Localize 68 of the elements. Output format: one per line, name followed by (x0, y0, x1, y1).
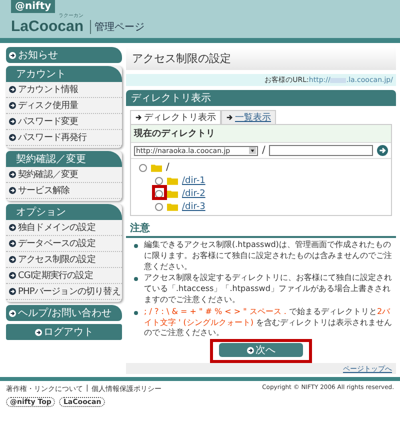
folder-icon (167, 189, 178, 198)
radio-button[interactable] (139, 164, 147, 172)
sidebar-item[interactable]: PHPバージョンの切り替え (6, 284, 122, 300)
arrow-icon (9, 224, 16, 231)
bullet-icon (134, 277, 138, 282)
radio-button[interactable] (155, 176, 163, 184)
sidebar-item[interactable]: ディスク使用量 (6, 98, 122, 114)
sidebar-item[interactable]: アクセス制限の設定 (6, 252, 122, 268)
directory-name: / (166, 162, 170, 173)
directory-link[interactable]: /dir-2 (182, 188, 206, 198)
dropdown-icon[interactable] (249, 147, 256, 154)
sidebar-item[interactable]: データベースの設定 (6, 236, 122, 252)
arrow-icon (9, 288, 16, 295)
next-button[interactable]: 次へ (219, 343, 303, 358)
arrow-icon (9, 310, 16, 316)
sidebar-heading: オプション (6, 204, 122, 220)
sidebar-item[interactable]: 契約確認／変更 (6, 167, 122, 183)
arrow-icon (135, 114, 142, 121)
path-separator: / (262, 145, 266, 156)
arrow-icon (9, 187, 16, 194)
sidebar-item[interactable]: パスワード再発行 (6, 130, 122, 146)
arrow-icon (9, 118, 16, 125)
bullet-icon (134, 310, 138, 315)
folder-icon (151, 163, 162, 172)
arrow-icon (9, 102, 16, 109)
sidebar-item[interactable]: アカウント情報 (6, 82, 122, 98)
arrow-icon (9, 272, 16, 279)
arrow-icon (9, 240, 16, 247)
arrow-icon (9, 134, 16, 141)
arrow-icon (9, 256, 16, 263)
redaction-mark (330, 78, 346, 82)
directory-link[interactable]: /dir-3 (182, 202, 206, 212)
logout-button[interactable]: ログアウト (6, 324, 122, 340)
note-text: 編集できるアクセス制限(.htpasswd)は、管理画面で作成されたものに限ります。お客様にて独自に設定されたものは含みませんのでご注意ください。 (144, 240, 393, 272)
tab[interactable]: ディレクトリ表示 (130, 110, 221, 124)
bullet-icon (134, 244, 138, 248)
page-title: アクセス制限の設定 (126, 47, 396, 70)
radio-button[interactable] (155, 202, 163, 210)
sidebar-heading: アカウント (6, 66, 122, 82)
sidebar-item[interactable]: ヘルプ/お問い合わせ (6, 305, 122, 321)
folder-icon (167, 176, 178, 185)
highlight-box (152, 185, 167, 200)
current-directory-label: 現在のディレクトリ (131, 125, 391, 142)
arrow-icon (9, 171, 16, 178)
arrow-icon (246, 346, 254, 354)
notes-heading: 注意 (126, 220, 396, 238)
folder-icon (167, 202, 178, 211)
tab[interactable]: 一覧表示 (221, 110, 276, 124)
radio-button[interactable] (155, 190, 163, 198)
note-text: アクセス制限を設定するディレクトリに、お客様にて独自に設定されている「.htaccess」「.htpasswd」ファイルがある場合上書きされますのでご注意ください。 (144, 273, 393, 306)
nifty-logo[interactable]: @nifty (11, 0, 56, 13)
sidebar-item[interactable]: パスワード変更 (6, 114, 122, 130)
arrow-icon (34, 328, 42, 336)
arrow-icon (226, 114, 233, 121)
directory-link[interactable]: /dir-1 (182, 176, 206, 186)
sidebar-item[interactable]: CGI定期実行の設定 (6, 268, 122, 284)
arrow-icon (9, 86, 16, 93)
section-header: ディレクトリ表示 (126, 90, 396, 106)
brand-logo[interactable]: LaCoocan (11, 19, 84, 34)
page-label: 管理ページ (90, 20, 145, 34)
path-field[interactable] (269, 145, 373, 156)
sidebar-item[interactable]: サービス解除 (6, 183, 122, 199)
sidebar-item[interactable]: お知らせ (6, 47, 122, 63)
arrow-icon (9, 52, 16, 58)
note-text: ; / ? : \ & = + " # % < > " スペース . で始まるディレクトリと 2バイト文字 ' (シングルクォート) を含むディレクトリは表示されませんのでご注意ください。 (144, 306, 394, 340)
sidebar-heading: 契約確認／変更 (6, 151, 122, 167)
sidebar-item[interactable]: 独自ドメインの設定 (6, 220, 122, 236)
go-icon[interactable] (377, 145, 388, 156)
